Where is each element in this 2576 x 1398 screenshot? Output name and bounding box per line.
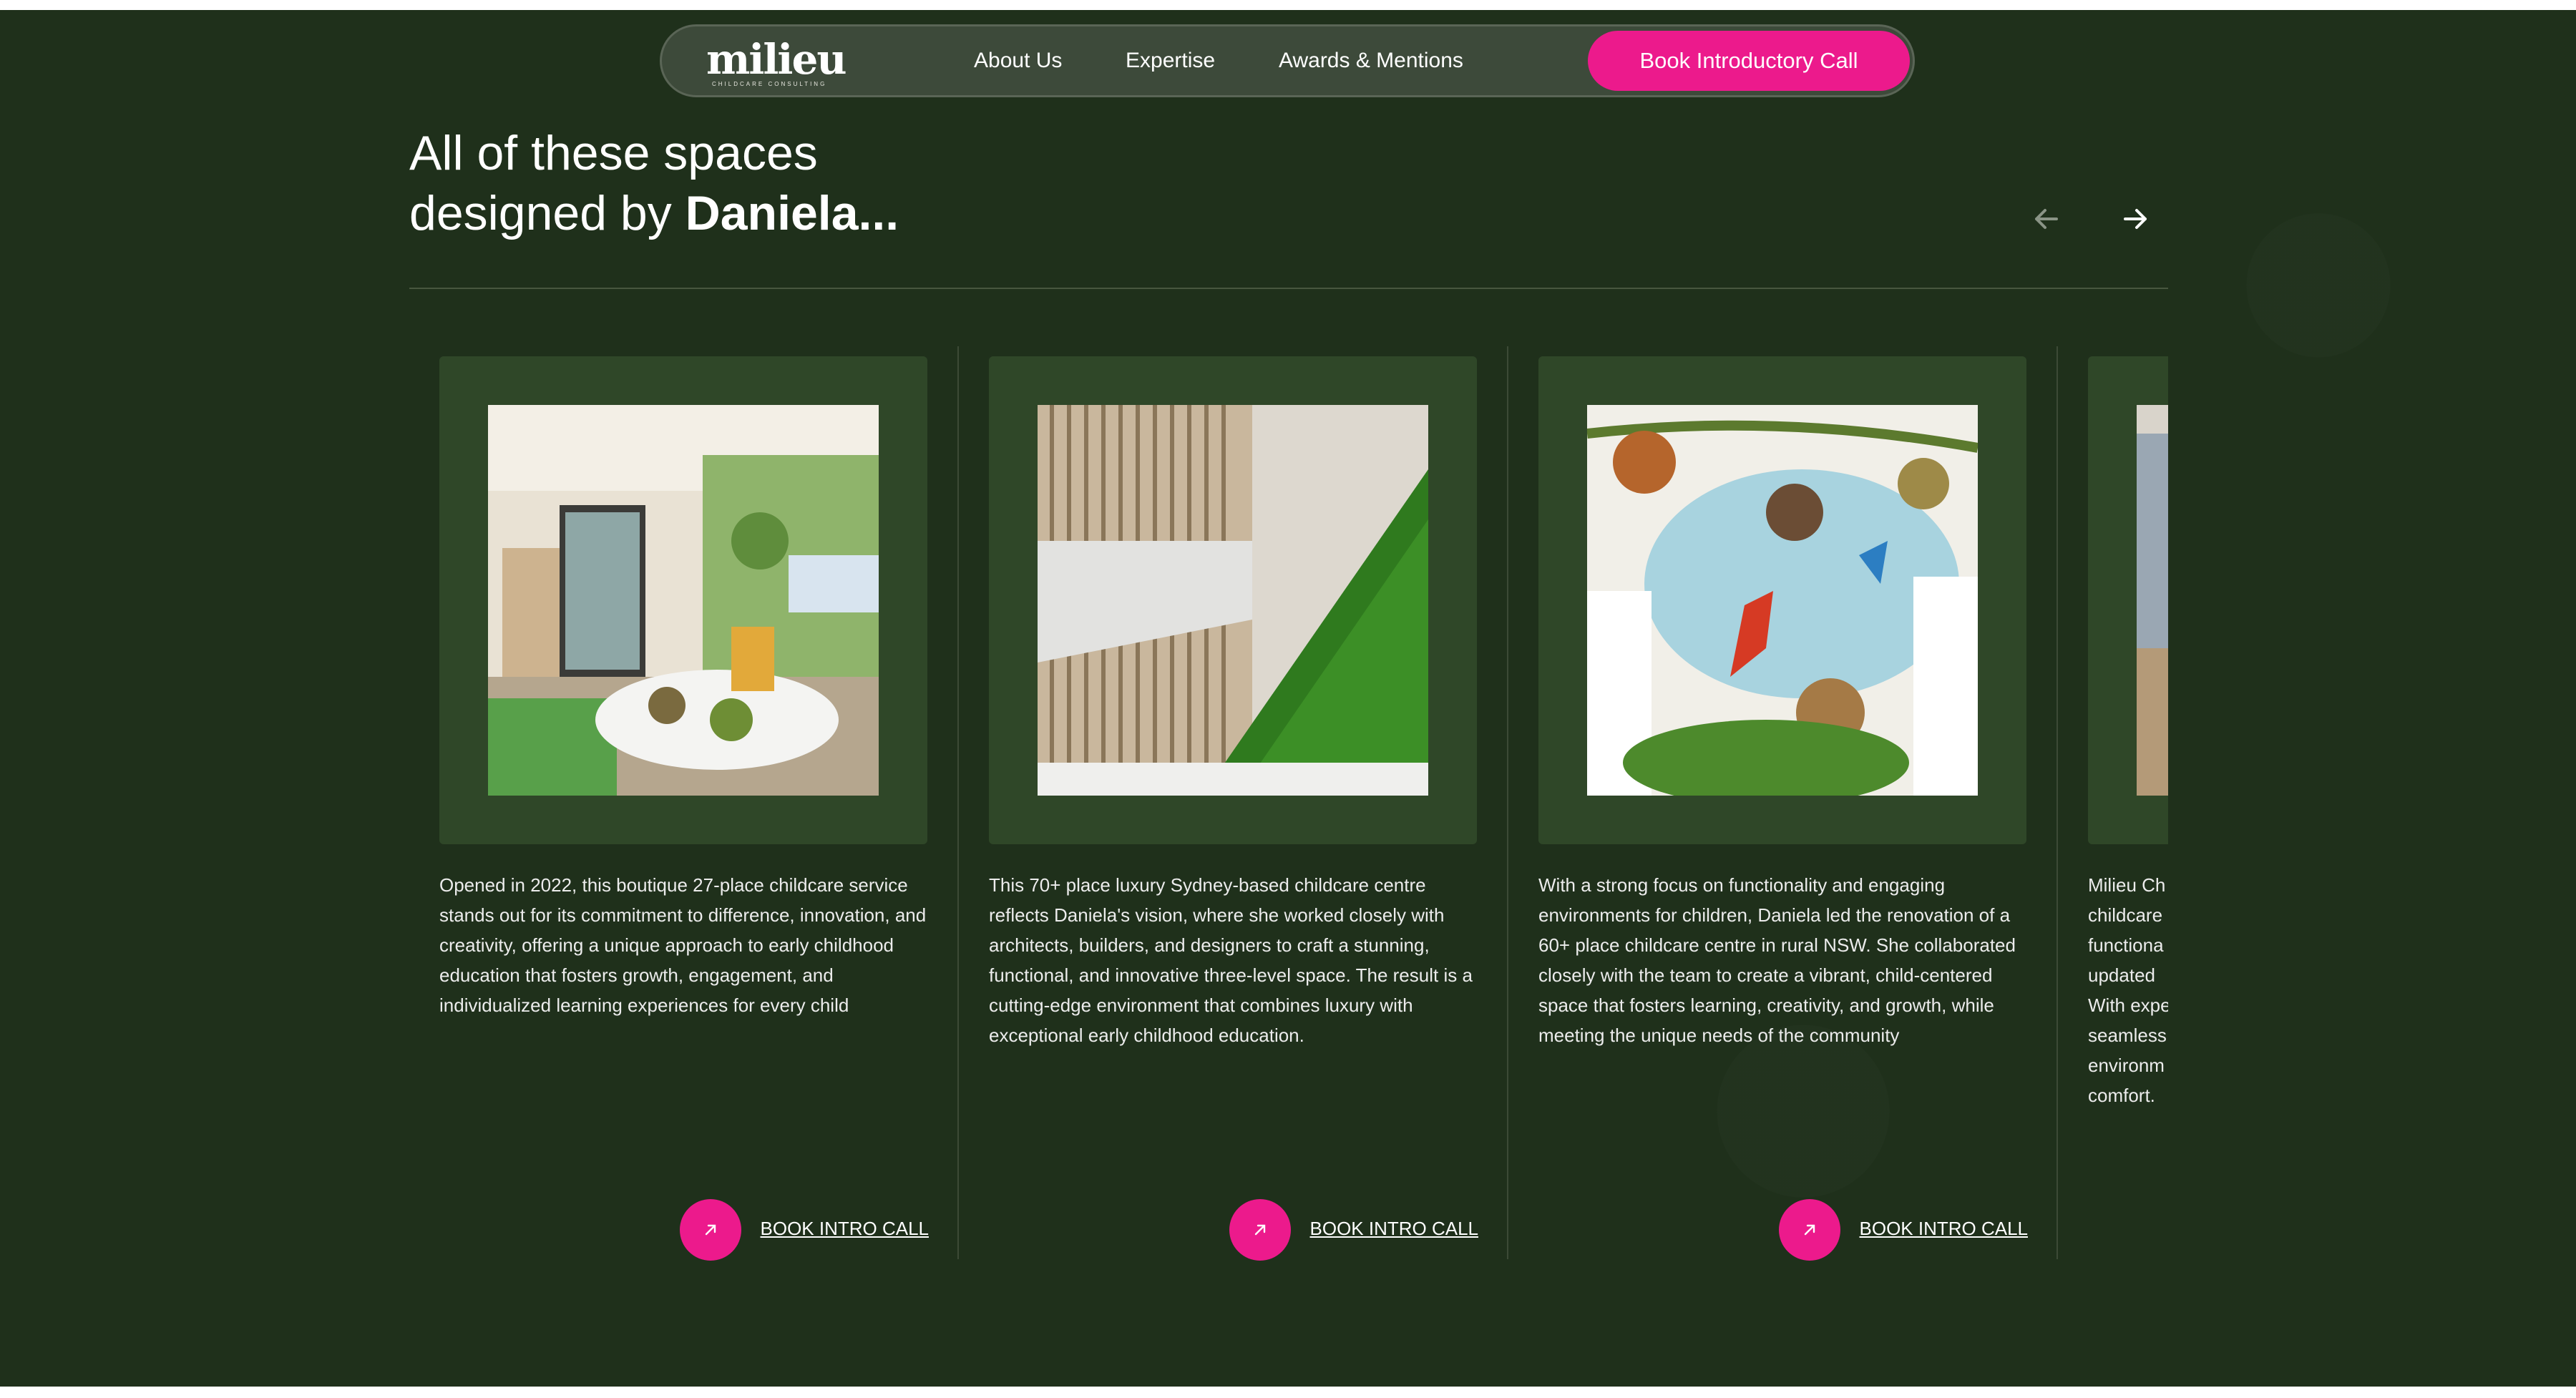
image-frame <box>989 356 1477 844</box>
card-cta: BOOK INTRO CALL <box>439 1198 929 1261</box>
carousel-next-button[interactable] <box>2114 197 2157 240</box>
book-intro-call-circle-button[interactable] <box>680 1199 741 1261</box>
top-nav: milieu CHILDCARE CONSULTING About Us Exp… <box>660 24 1915 97</box>
project-description: With a strong focus on functionality and… <box>1538 874 2016 1046</box>
project-card: This 70+ place luxury Sydney-based child… <box>959 346 1508 1261</box>
logo[interactable]: milieu CHILDCARE CONSULTING <box>706 35 849 89</box>
carousel-prev-button[interactable] <box>2025 197 2068 240</box>
book-introductory-call-button[interactable]: Book Introductory Call <box>1588 31 1910 91</box>
image-frame <box>2088 356 2168 844</box>
project-description: Milieu Ch childcare functiona updated Wi… <box>2088 874 2168 1106</box>
nav-about-us[interactable]: About Us <box>974 49 1062 73</box>
book-intro-call-circle-button[interactable] <box>1779 1199 1840 1261</box>
book-intro-call-circle-button[interactable] <box>1229 1199 1291 1261</box>
project-card: Opened in 2022, this boutique 27-place c… <box>409 346 959 1261</box>
book-intro-call-link[interactable]: BOOK INTRO CALL <box>1310 1218 1479 1240</box>
arrow-up-right-icon <box>1254 1224 1266 1236</box>
section-title: All of these spaces designed by Daniela.… <box>409 123 899 243</box>
logo-wordmark: milieu <box>706 35 847 84</box>
project-card: With a strong focus on functionality and… <box>1508 346 2058 1261</box>
arrow-up-right-icon <box>1804 1224 1815 1236</box>
card-cta: BOOK INTRO CALL <box>989 1198 1478 1261</box>
card-cta: BOOK INTRO CALL <box>1538 1198 2028 1261</box>
book-intro-call-link[interactable]: BOOK INTRO CALL <box>761 1218 930 1240</box>
nav-awards[interactable]: Awards & Mentions <box>1279 49 1463 73</box>
logo-subtitle: CHILDCARE CONSULTING <box>712 81 827 87</box>
image-frame <box>439 356 927 844</box>
childcare-classroom-photo <box>488 405 879 796</box>
project-carousel: Opened in 2022, this boutique 27-place c… <box>409 346 2168 1276</box>
project-card: Milieu Ch childcare functiona updated Wi… <box>2058 346 2168 1259</box>
image-frame <box>1538 356 2026 844</box>
arrow-up-right-icon <box>705 1224 716 1236</box>
partial-room-photo <box>2137 405 2168 796</box>
nav-expertise[interactable]: Expertise <box>1126 49 1215 73</box>
project-description: This 70+ place luxury Sydney-based child… <box>989 874 1473 1046</box>
section-divider <box>409 288 2168 289</box>
arrow-left-icon <box>2035 209 2058 229</box>
section-title-line1: All of these spaces <box>409 126 818 180</box>
page: milieu CHILDCARE CONSULTING About Us Exp… <box>0 10 2576 1387</box>
book-intro-call-link[interactable]: BOOK INTRO CALL <box>1860 1218 2029 1240</box>
jungle-mural-photo <box>1587 405 1978 796</box>
project-description: Opened in 2022, this boutique 27-place c… <box>439 874 927 1016</box>
green-wall-reception-photo <box>1038 405 1428 796</box>
section-title-line2: designed by Daniela... <box>409 186 899 240</box>
arrow-right-icon <box>2124 209 2147 229</box>
